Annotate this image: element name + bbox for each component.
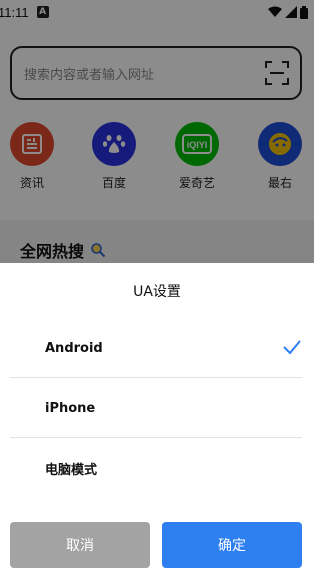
cancel-button[interactable]: 取消 (10, 522, 150, 568)
checkmark-icon (283, 340, 301, 355)
divider (10, 437, 302, 438)
ua-option-desktop[interactable]: 电脑模式 (0, 439, 314, 497)
ua-option-android[interactable]: Android (0, 319, 314, 377)
divider (10, 377, 302, 378)
confirm-button[interactable]: 确定 (162, 522, 302, 568)
ua-option-iphone[interactable]: iPhone (0, 379, 314, 437)
ua-settings-sheet: UA设置 Android iPhone 电脑模式 取消 确定 (0, 263, 314, 568)
option-label: 电脑模式 (45, 462, 98, 478)
sheet-title: UA设置 (133, 284, 181, 300)
browser-home-screen: 11:11 A 搜索内容或者输入网址 资讯 百度 iQIYI 爱奇艺 最右 全网… (0, 0, 314, 568)
option-label: iPhone (45, 400, 96, 416)
option-label: Android (45, 340, 103, 356)
